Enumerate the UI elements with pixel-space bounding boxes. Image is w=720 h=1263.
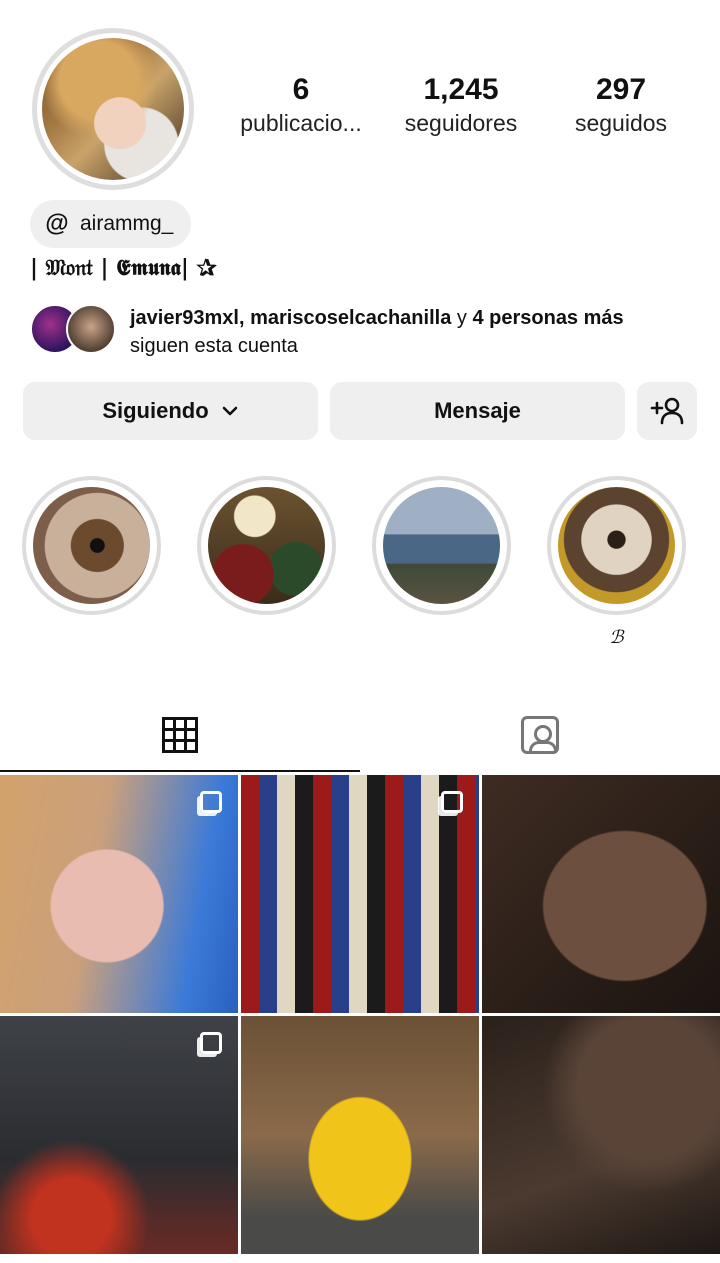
highlight-image [558,487,675,604]
mutual-avatars [30,302,116,356]
stat-followers[interactable]: 1,245 seguidores [386,72,536,138]
highlight-ring [372,476,511,615]
profile-stats: 6 publicacio... 1,245 seguidores 297 seg… [226,72,696,138]
highlight-ring [547,476,686,615]
highlight-image [33,487,150,604]
followed-by[interactable]: javier93mxl, mariscoselcachanilla y 4 pe… [30,302,624,360]
carousel-icon [200,1032,222,1054]
highlight-label [22,627,161,651]
highlight-2[interactable] [197,476,336,651]
stat-followers-label: seguidores [404,110,518,136]
post-thumbnail[interactable] [482,1016,720,1254]
bio-text: | 𝔐𝔬𝔫𝔱 | 𝕰𝖒𝖚𝖓𝖆| ✰ [30,255,217,281]
threads-icon: @ [45,210,69,237]
stat-following-label: seguidos [574,110,668,136]
highlight-label: ℬ [609,627,624,648]
highlight-ring [197,476,336,615]
message-label: Mensaje [434,398,521,423]
stat-followers-value: 1,245 [423,73,499,106]
carousel-icon [441,791,463,813]
post-thumbnail[interactable] [482,775,720,1013]
post-thumbnail[interactable] [0,775,238,1013]
highlight-border [551,480,682,611]
profile-avatar[interactable] [32,28,194,190]
followed-by-text: javier93mxl, mariscoselcachanilla y 4 pe… [130,304,624,360]
threads-handle: airammg_ [80,212,174,235]
add-user-icon [650,397,684,425]
post-thumbnail[interactable] [241,775,479,1013]
action-buttons: Siguiendo Mensaje [23,382,697,440]
highlight-1[interactable] [22,476,161,651]
tab-tagged[interactable] [360,700,720,770]
followed-by-suffix: siguen esta cuenta [130,335,298,357]
avatar-image [42,38,184,180]
grid-icon [162,717,198,753]
highlight-border [26,480,157,611]
stat-posts-label: publicacio... [240,110,362,136]
highlight-image [208,487,325,604]
highlight-label [197,627,336,651]
story-highlights: ℬ [22,476,686,651]
stat-posts-value: 6 [292,73,310,106]
chevron-down-icon [222,406,237,416]
stat-following-value: 297 [595,73,647,106]
message-button[interactable]: Mensaje [330,382,625,440]
followed-by-others: 4 personas más [472,307,624,329]
stat-posts[interactable]: 6 publicacio... [226,72,376,138]
following-button[interactable]: Siguiendo [23,382,318,440]
avatar-border [37,33,189,185]
stat-following[interactable]: 297 seguidos [546,72,696,138]
tab-posts-grid[interactable] [0,700,360,772]
highlight-border [376,480,507,611]
following-label: Siguiendo [102,398,209,423]
highlight-4[interactable]: ℬ [547,476,686,651]
post-thumbnail[interactable] [241,1016,479,1254]
profile-tabs [0,700,720,772]
posts-grid [0,775,720,1254]
post-thumbnail[interactable] [0,1016,238,1254]
threads-badge[interactable]: @ airammg_ [30,200,192,248]
highlight-ring [22,476,161,615]
carousel-icon [200,791,222,813]
followed-by-connector: y [451,307,473,329]
highlight-label [372,627,511,651]
mutual-avatar-2 [66,304,116,354]
tagged-icon [521,716,559,754]
highlight-3[interactable] [372,476,511,651]
highlight-border [201,480,332,611]
add-user-button[interactable] [637,382,697,440]
followed-by-names: javier93mxl, mariscoselcachanilla [130,307,452,329]
highlight-image [383,487,500,604]
